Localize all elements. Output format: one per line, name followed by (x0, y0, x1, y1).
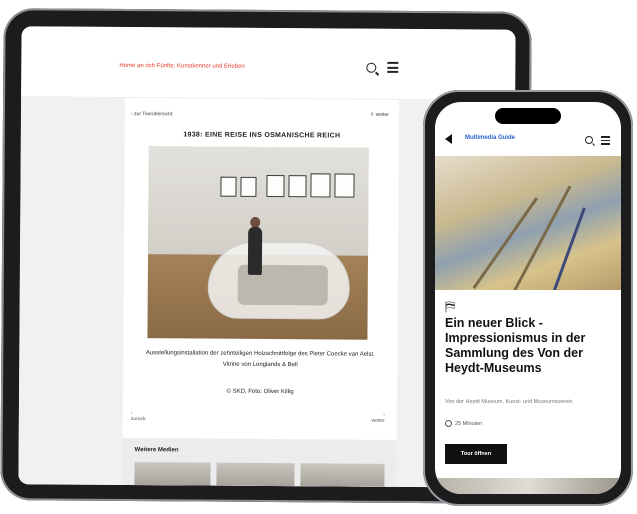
breadcrumb[interactable]: Home an rich Fünfte, Kunstkenner und Erl… (119, 63, 244, 70)
exhibition-photo (147, 146, 369, 340)
photo-frame (288, 175, 307, 198)
next-label: weiter (371, 417, 385, 424)
media-thumbnail[interactable] (134, 462, 211, 486)
next-card-preview (435, 478, 621, 494)
open-tour-button[interactable]: Tour öffnen (445, 444, 507, 464)
dynamic-island (495, 108, 561, 124)
tour-subtitle: Von der Heydt Museum, Kunst- und Museums… (445, 399, 573, 405)
station-card: ‹ zur Tourübersicht ⇩ weiter 1938: EINE … (122, 98, 400, 487)
phone-screen: Multimedia Guide ⛿ Ein neuer Blick - Imp… (435, 102, 621, 494)
back-arrow-icon[interactable] (445, 134, 452, 144)
menu-icon[interactable] (387, 61, 399, 76)
tour-duration: 25 Minuten (445, 420, 482, 427)
hero-brushstroke (472, 197, 539, 289)
back-to-tour-link[interactable]: ‹ zur Tourübersicht (131, 111, 172, 117)
menu-icon[interactable] (601, 136, 610, 147)
previous-button[interactable]: ‹ zurück (131, 410, 146, 422)
photo-caption: Ausstellungsinstallation der zehnteilige… (145, 350, 375, 369)
signpost-icon: ⛿ (445, 298, 456, 314)
more-media-section: Weitere Medien (122, 438, 397, 487)
phone-device: Multimedia Guide ⛿ Ein neuer Blick - Imp… (423, 90, 633, 506)
tour-headline: Ein neuer Blick - Impressionismus in der… (445, 316, 586, 375)
photo-visitor (247, 226, 263, 275)
media-thumbnail[interactable] (300, 463, 385, 487)
app-title: Multimedia Guide (465, 135, 516, 141)
photo-frame (240, 176, 257, 197)
photo-frame (220, 176, 237, 197)
hero-brushstroke (552, 207, 586, 290)
more-media-heading: Weitere Medien (134, 447, 179, 454)
tour-hero-image (435, 156, 621, 290)
clock-icon (445, 420, 452, 427)
next-button[interactable]: › weiter (371, 412, 384, 424)
photo-frame (310, 173, 331, 198)
hero-brushstroke (512, 185, 572, 290)
photo-credit: © SKD, Foto: Oliver Killig (226, 388, 294, 396)
search-icon[interactable] (585, 136, 593, 144)
photo-frame (334, 173, 355, 198)
search-icon[interactable] (366, 62, 377, 73)
media-thumbnail[interactable] (216, 462, 295, 487)
previous-label: zurück (130, 416, 146, 423)
download-link[interactable]: ⇩ weiter (370, 112, 389, 118)
tablet-header: Home an rich Fünfte, Kunstkenner und Erl… (21, 26, 516, 101)
phone-header: Multimedia Guide (435, 126, 621, 156)
photo-frame (266, 175, 285, 198)
page-title: 1938: EINE REISE INS OSMANISCHE REICH (183, 131, 341, 140)
duration-label: 25 Minuten (455, 420, 483, 427)
